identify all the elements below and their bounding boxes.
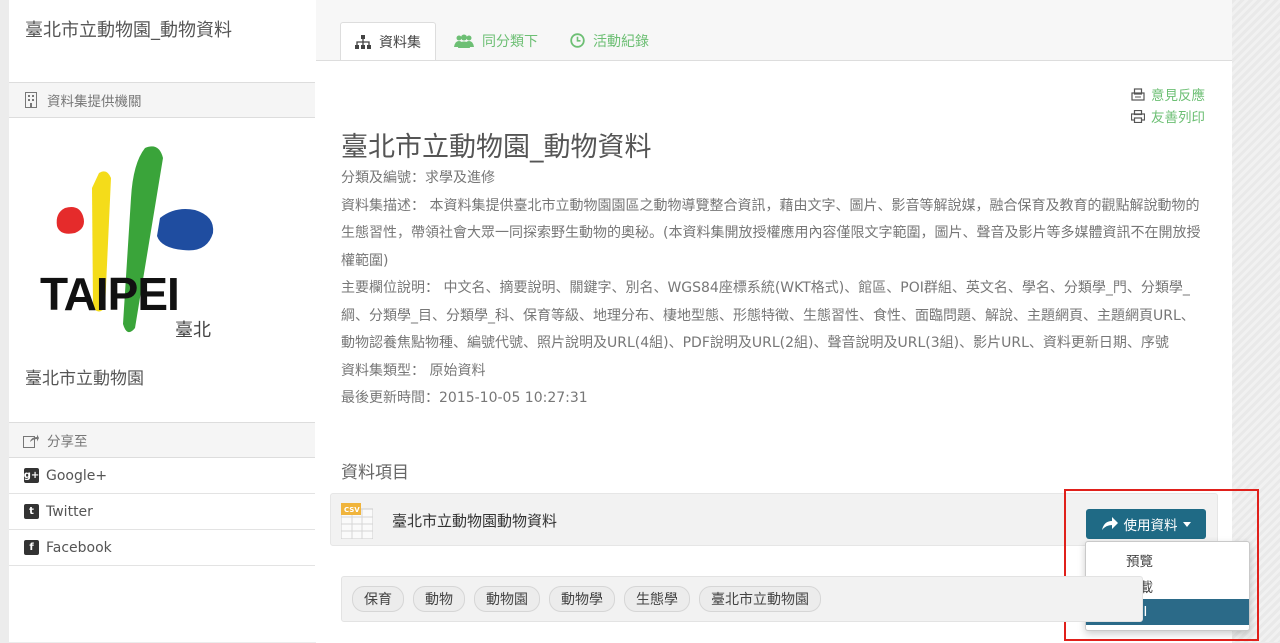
provider-heading: 資料集提供機關 xyxy=(9,82,315,118)
category-line: 分類及編號：求學及進修 xyxy=(341,170,495,186)
share-heading-label: 分享至 xyxy=(47,434,88,450)
organization-name: 臺北市立動物園 xyxy=(25,369,144,389)
share-google-plus[interactable]: g+ Google+ xyxy=(9,458,315,494)
building-icon xyxy=(23,92,39,108)
feedback-label: 意見反應 xyxy=(1151,88,1205,104)
tab-activity-log-label: 活動紀錄 xyxy=(593,33,649,50)
updated-line: 最後更新時間：2015-10-05 10:27:31 xyxy=(341,390,588,406)
google-plus-icon: g+ xyxy=(23,468,40,483)
tab-dataset[interactable]: 資料集 xyxy=(340,22,436,60)
share-facebook-label: Facebook xyxy=(46,539,112,556)
tag-item[interactable]: 動物 xyxy=(413,586,465,612)
sidebar-title: 臺北市立動物園_動物資料 xyxy=(25,20,232,41)
print-label: 友善列印 xyxy=(1151,110,1205,126)
facebook-icon: f xyxy=(24,540,39,555)
main-area: 資料集 同分類下 活動紀錄 意見反應 友善列印 臺北市立動物園_動物資料 分類及… xyxy=(316,0,1259,643)
resources-heading: 資料項目 xyxy=(341,463,409,483)
clock-icon xyxy=(570,33,585,48)
share-twitter[interactable]: t Twitter xyxy=(9,494,315,530)
feedback-link[interactable]: 意見反應 xyxy=(1131,83,1205,105)
tag-item[interactable]: 生態學 xyxy=(624,586,690,612)
feedback-icon xyxy=(1131,87,1145,101)
tag-item[interactable]: 臺北市立動物園 xyxy=(699,586,821,612)
share-heading: 分享至 xyxy=(9,422,315,458)
tab-activity-log[interactable]: 活動紀錄 xyxy=(556,22,663,59)
csv-file-icon: CSV xyxy=(340,503,374,540)
description-line: 資料集描述： 本資料集提供臺北市立動物園園區之動物導覽整合資訊，藉由文字、圖片、… xyxy=(341,197,1201,269)
tag-item[interactable]: 動物園 xyxy=(474,586,540,612)
page-actions: 意見反應 友善列印 xyxy=(1131,83,1205,127)
logo-sub-text: 臺北 xyxy=(175,320,211,341)
sidebar: 臺北市立動物園_動物資料 資料集提供機關 TAIPEI 臺北 臺北市立動物園 分… xyxy=(9,0,317,642)
tab-same-category-label: 同分類下 xyxy=(482,33,538,50)
tag-item[interactable]: 動物學 xyxy=(549,586,615,612)
share-twitter-label: Twitter xyxy=(46,503,93,520)
fields-line: 主要欄位說明： 中文名、摘要說明、關鍵字、別名、WGS84座標系統(WKT格式)… xyxy=(341,280,1195,351)
content-panel: 意見反應 友善列印 臺北市立動物園_動物資料 分類及編號：求學及進修 資料集描述… xyxy=(316,60,1259,643)
tab-bar: 資料集 同分類下 活動紀錄 xyxy=(340,22,667,60)
page-title: 臺北市立動物園_動物資料 xyxy=(341,132,652,164)
twitter-icon: t xyxy=(24,504,39,519)
dataset-metadata: 分類及編號：求學及進修 資料集描述： 本資料集提供臺北市立動物園園區之動物導覽整… xyxy=(341,165,1203,413)
organization-logo: TAIPEI 臺北 xyxy=(35,138,245,343)
share-icon xyxy=(23,432,39,448)
group-icon xyxy=(454,34,474,48)
logo-main-text: TAIPEI xyxy=(40,268,179,320)
printer-icon xyxy=(1131,109,1145,123)
tags-bar: 保育 動物 動物園 動物學 生態學 臺北市立動物園 xyxy=(341,576,1143,622)
tab-same-category[interactable]: 同分類下 xyxy=(440,22,552,59)
share-google-plus-label: Google+ xyxy=(46,467,108,484)
print-link[interactable]: 友善列印 xyxy=(1131,105,1205,127)
sitemap-icon xyxy=(355,34,371,49)
svg-text:CSV: CSV xyxy=(344,506,360,514)
resource-name[interactable]: 臺北市立動物園動物資料 xyxy=(392,510,557,531)
provider-heading-label: 資料集提供機關 xyxy=(47,94,142,110)
type-line: 資料集類型： 原始資料 xyxy=(341,362,486,379)
tag-item[interactable]: 保育 xyxy=(352,586,404,612)
share-facebook[interactable]: f Facebook xyxy=(9,530,315,566)
tab-dataset-label: 資料集 xyxy=(379,34,421,51)
